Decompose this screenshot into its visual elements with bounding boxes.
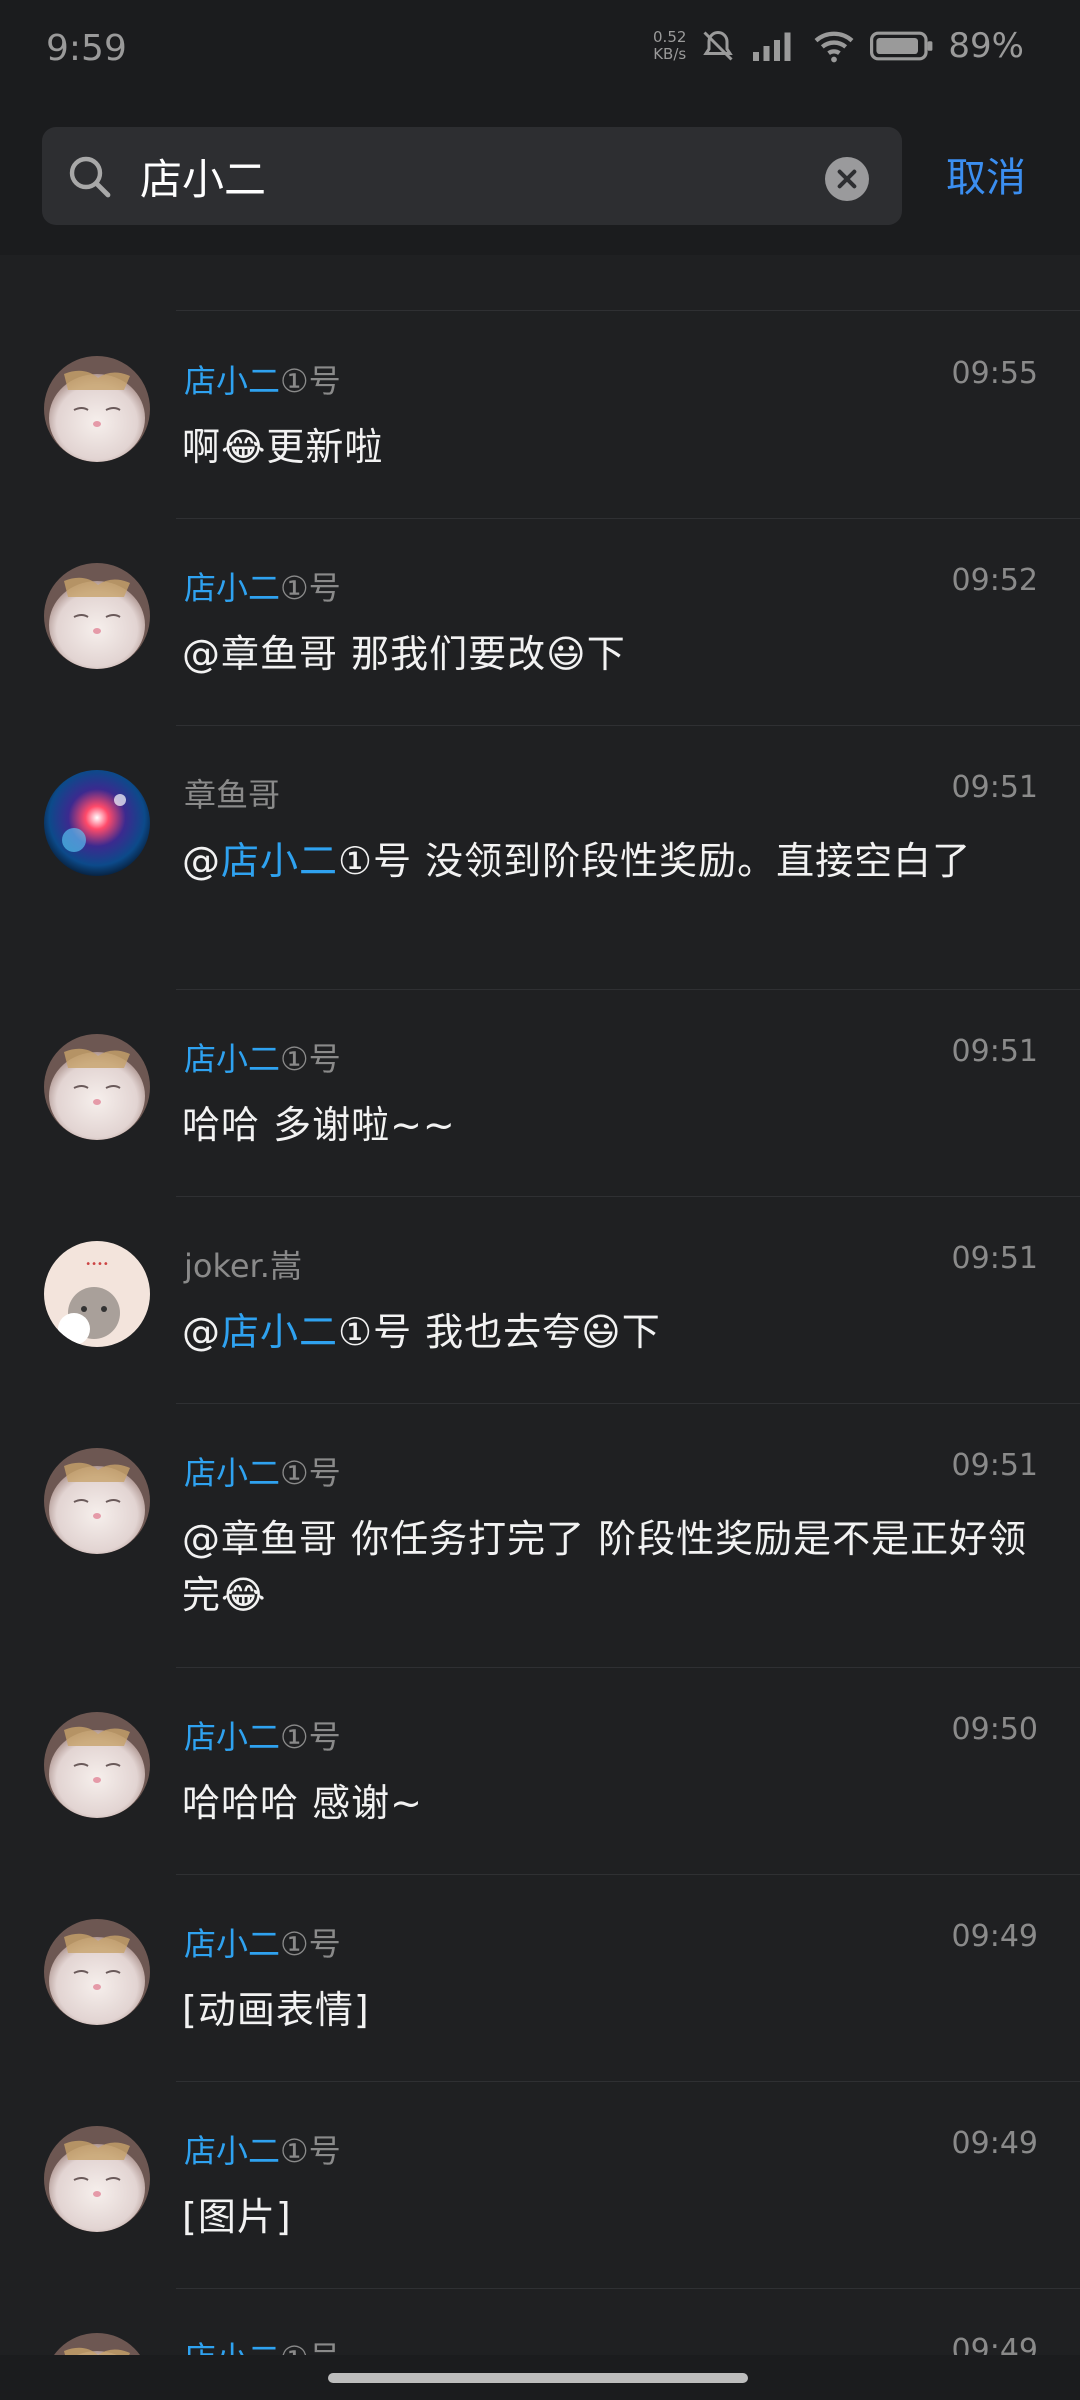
search-icon: [69, 156, 111, 198]
sender-name: 店小二①号: [184, 362, 341, 400]
message-time: 09:49: [951, 2333, 1038, 2355]
search-input[interactable]: [138, 145, 782, 207]
sender-name: 店小二①号: [184, 569, 341, 607]
avatar[interactable]: [44, 2126, 150, 2232]
mention[interactable]: 店小二: [221, 1310, 338, 1354]
avatar[interactable]: [44, 1034, 150, 1140]
highlight-match: 店小二: [184, 1040, 281, 1078]
list-item[interactable]: 店小二①号 09:50 哈哈哈 感谢~: [0, 1667, 1080, 1874]
battery-percent: 89%: [948, 26, 1024, 66]
hd-signal-icon: [753, 32, 791, 61]
avatar[interactable]: ••••: [44, 1241, 150, 1347]
highlight-match: 店小二: [184, 1454, 281, 1492]
message-text: 哈哈哈 感谢~: [182, 1781, 423, 1825]
message-text: @章鱼哥 你任务打完了 阶段性奖励是不是正好领完😂: [182, 1517, 1028, 1617]
list-item[interactable]: 店小二①号 09:51 哈哈 多谢啦~~: [0, 989, 1080, 1196]
avatar[interactable]: [44, 770, 150, 876]
highlight-match: 店小二: [184, 569, 281, 607]
highlight-match: 店小二: [184, 362, 281, 400]
mention[interactable]: 店小二: [221, 839, 338, 883]
list-item[interactable]: 店小二①号 09:49: [0, 2288, 1080, 2355]
sender-name: 店小二①号: [184, 2333, 341, 2355]
status-time: 9:59: [46, 28, 127, 69]
highlight-match: 店小二: [184, 1925, 281, 1963]
divider: [176, 310, 1080, 311]
message-time: 09:51: [951, 1034, 1038, 1069]
message-text: @店小二①号 没领到阶段性奖励。直接空白了: [182, 839, 972, 883]
net-speed: 0.52 KB/s: [653, 28, 687, 63]
sender-name: 店小二①号: [184, 1454, 341, 1492]
sender-name: 店小二①号: [184, 1040, 341, 1078]
message-time: 09:55: [951, 356, 1038, 391]
avatar[interactable]: [44, 1712, 150, 1818]
message-text: [动画表情]: [182, 1988, 370, 2032]
sender-name: joker.嵩: [184, 1247, 302, 1285]
search-bar: 取消: [0, 105, 1080, 255]
status-bar: 9:59 0.52 KB/s 89%: [0, 0, 1080, 105]
highlight-match: 店小二: [184, 2339, 280, 2355]
message-time: 09:52: [951, 563, 1038, 598]
avatar[interactable]: [44, 1448, 150, 1554]
list-item[interactable]: 章鱼哥 09:51 @店小二①号 没领到阶段性奖励。直接空白了: [0, 725, 1080, 989]
sender-name: 店小二①号: [184, 1925, 341, 1963]
avatar[interactable]: [44, 563, 150, 669]
list-item[interactable]: 店小二①号 09:55 啊😂更新啦: [0, 311, 1080, 518]
message-time: 09:49: [951, 1919, 1038, 1954]
sender-name: 店小二①号: [184, 2132, 341, 2170]
navigation-bar: [0, 2355, 1080, 2400]
avatar[interactable]: [44, 2333, 150, 2355]
home-indicator[interactable]: [328, 2373, 748, 2383]
search-box[interactable]: [42, 127, 902, 225]
avatar[interactable]: [44, 356, 150, 462]
message-text: 哈哈 多谢啦~~: [182, 1103, 456, 1147]
wifi-icon: [814, 31, 854, 63]
list-item[interactable]: 店小二①号 09:52 @章鱼哥 那我们要改😃下: [0, 518, 1080, 725]
message-time: 09:49: [951, 2126, 1038, 2161]
highlight-match: 店小二: [184, 2132, 281, 2170]
svg-text:••••: ••••: [85, 1259, 109, 1270]
message-text: 啊😂更新啦: [182, 425, 384, 469]
list-item[interactable]: 店小二①号 09:49 [动画表情]: [0, 1874, 1080, 2081]
list-item[interactable]: 店小二①号 09:51 @章鱼哥 你任务打完了 阶段性奖励是不是正好领完😂: [0, 1403, 1080, 1667]
mute-bell-icon: [703, 30, 734, 61]
avatar[interactable]: [44, 1919, 150, 2025]
message-time: 09:50: [951, 1712, 1038, 1747]
battery-icon: [870, 31, 933, 61]
message-time: 09:51: [951, 1448, 1038, 1483]
status-icons: 0.52 KB/s 89%: [653, 26, 1024, 66]
highlight-match: 店小二: [184, 1718, 281, 1756]
message-time: 09:51: [951, 1241, 1038, 1276]
message-text: @店小二①号 我也去夸😃下: [182, 1310, 661, 1354]
sender-name: 店小二①号: [184, 1718, 341, 1756]
clear-icon[interactable]: [825, 157, 869, 201]
message-text: @章鱼哥 那我们要改😃下: [182, 632, 626, 676]
list-item[interactable]: •••• joker.嵩 09:51 @店小二①号 我也去夸😃下: [0, 1196, 1080, 1403]
sender-name: 章鱼哥: [184, 776, 281, 814]
message-results: 店小二①号 09:55 啊😂更新啦 店小二①号 09:52 @章鱼哥 那我们要改😃下 章鱼哥…: [0, 255, 1080, 2355]
message-text: [图片]: [182, 2195, 292, 2239]
cancel-button[interactable]: 取消: [946, 145, 1026, 203]
message-time: 09:51: [951, 770, 1038, 805]
list-item[interactable]: 店小二①号 09:49 [图片]: [0, 2081, 1080, 2288]
